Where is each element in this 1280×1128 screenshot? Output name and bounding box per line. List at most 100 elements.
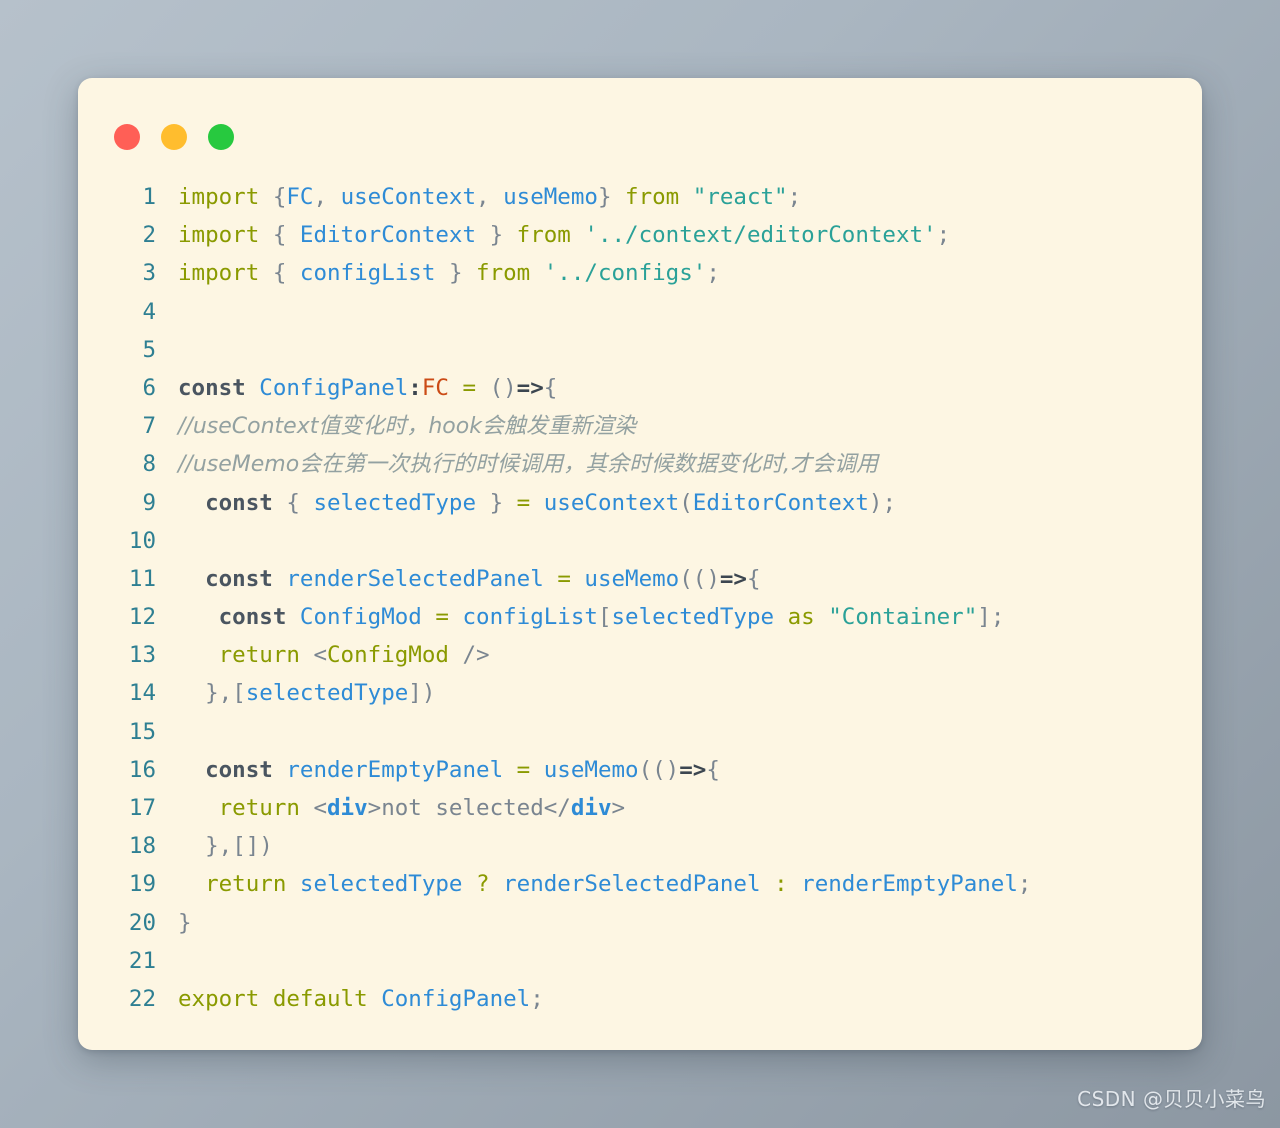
token-semicolon: ; <box>882 489 896 516</box>
token-equals: = <box>462 374 477 401</box>
maximize-button-icon[interactable] <box>208 124 234 150</box>
token-usememo: useMemo <box>503 184 598 210</box>
token-parens: (() <box>679 565 720 592</box>
code-line: 14 },[selectedType]) <box>102 674 1178 712</box>
comment-usememo: //useMemo会在第一次执行的时候调用，其余时候数据变化时,才会调用 <box>178 452 879 478</box>
token-bracket-open: [ <box>232 680 246 707</box>
token-paren-close: ) <box>868 489 883 516</box>
csdn-watermark: CSDN @贝贝小菜鸟 <box>1077 1087 1266 1111</box>
minimize-button-icon[interactable] <box>161 124 187 150</box>
token-renderselectedpanel: renderSelectedPanel <box>503 871 761 898</box>
token-return: return <box>218 642 300 669</box>
line-number: 8 <box>142 451 156 478</box>
token-from: from <box>516 222 571 249</box>
token-semicolon: ; <box>706 260 720 287</box>
token-brace: } <box>205 833 219 860</box>
token-const: const <box>178 374 246 401</box>
code-content-area[interactable]: 1 import {FC, useContext, useMemo} from "… <box>78 178 1202 1050</box>
token-jsx-text: not selected <box>381 795 544 821</box>
code-line: 4 <box>102 293 1178 331</box>
token-bracket-open: [ <box>597 604 612 631</box>
close-button-icon[interactable] <box>114 124 140 150</box>
token-brace: { <box>543 374 558 401</box>
token-parens: (() <box>638 756 680 783</box>
token-brace-close: } <box>448 260 463 287</box>
token-bracket-close: ] <box>408 680 422 707</box>
token-selectedtype: selectedType <box>611 604 775 631</box>
code-line: 3 import { configList } from '../configs'… <box>102 254 1178 292</box>
token-parens: () <box>489 374 517 401</box>
line-number: 12 <box>128 604 156 631</box>
token-selfclose: /> <box>462 642 490 669</box>
token-module: '../context/editorContext' <box>584 222 937 249</box>
line-number: 20 <box>128 909 156 936</box>
token-ternary-colon: : <box>774 871 788 898</box>
code-block[interactable]: 1 import {FC, useContext, useMemo} from "… <box>102 178 1178 1018</box>
token-as: as <box>787 604 815 631</box>
screenshot-stage: 1 import {FC, useContext, useMemo} from "… <box>0 0 1280 1128</box>
token-equals: = <box>557 565 571 592</box>
code-line: 13 return <ConfigMod /> <box>102 636 1178 674</box>
token-configlist: configList <box>462 604 598 631</box>
token-equals: = <box>516 756 531 783</box>
token-editorcontext: EditorContext <box>299 222 477 249</box>
token-renderselectedpanel: renderSelectedPanel <box>286 565 544 592</box>
token-brace-open: { <box>272 184 287 210</box>
token-brackets: [] <box>232 833 260 860</box>
token-renderemptypanel: renderEmptyPanel <box>801 871 1018 898</box>
token-semicolon: ; <box>530 985 544 1012</box>
line-number: 17 <box>128 795 156 821</box>
line-number: 16 <box>128 756 156 783</box>
token-import: import <box>178 222 260 249</box>
line-number: 7 <box>142 413 156 440</box>
token-import: import <box>178 260 260 287</box>
token-brace: { <box>706 756 720 783</box>
line-number: 14 <box>128 680 156 707</box>
token-configpanel: ConfigPanel <box>381 985 531 1012</box>
token-configpanel: ConfigPanel <box>259 374 409 401</box>
token-equals: = <box>435 604 449 631</box>
code-line: 2 import { EditorContext } from '../conte… <box>102 216 1178 254</box>
token-semicolon: ; <box>787 184 802 210</box>
line-number: 22 <box>128 985 156 1012</box>
token-paren-open: ( <box>679 489 693 516</box>
token-const: const <box>218 604 287 631</box>
token-lt: < <box>313 642 328 669</box>
code-line: 1 import {FC, useContext, useMemo} from "… <box>102 178 1178 216</box>
token-paren: ) <box>259 833 273 860</box>
token-const: const <box>205 756 273 783</box>
token-close-lt: </ <box>543 795 571 821</box>
token-question: ? <box>476 871 490 898</box>
token-const: const <box>205 489 273 516</box>
token-selectedtype: selectedType <box>313 489 477 516</box>
line-number: 3 <box>142 260 156 287</box>
token-return: return <box>218 795 300 821</box>
token-brace-open: { <box>272 222 287 249</box>
token-module: "react" <box>692 184 788 210</box>
